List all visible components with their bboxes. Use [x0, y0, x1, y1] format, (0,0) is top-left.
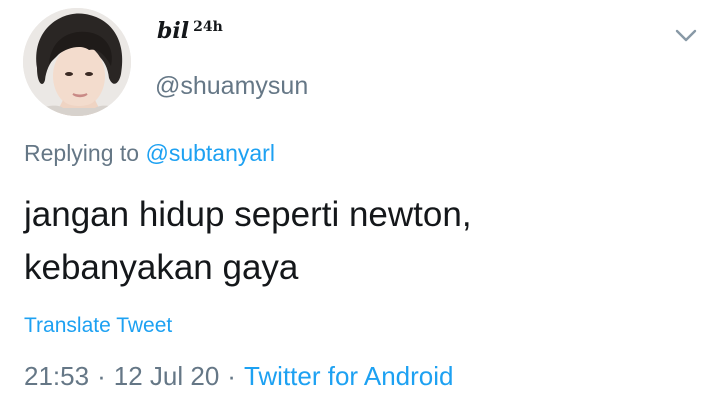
tweet-text: jangan hidup seperti newton, kebanyakan … [24, 188, 674, 294]
tweet-source-link[interactable]: Twitter for Android [244, 361, 454, 391]
tweet-date[interactable]: 12 Jul 20 [114, 361, 220, 391]
translate-tweet-link[interactable]: Translate Tweet [24, 315, 172, 336]
author-handle[interactable]: @shuamysun [155, 74, 308, 99]
reply-prefix: Replying to [24, 140, 140, 166]
tweet-text-line-1: jangan hidup seperti newton, [24, 195, 472, 234]
tweet-time[interactable]: 21:53 [24, 361, 89, 391]
author-display-name[interactable]: bil 24h [157, 20, 223, 42]
tweet-text-line-2: kebanyakan gaya [24, 248, 299, 287]
avatar[interactable] [23, 8, 131, 116]
reply-to-mention-link[interactable]: @subtanyarl [145, 140, 274, 166]
meta-separator-2: · [227, 361, 236, 391]
display-name-text: bil [157, 18, 190, 44]
profile-photo-icon [23, 8, 131, 116]
reply-context: Replying to @subtanyarl [24, 142, 275, 165]
meta-separator-1: · [97, 361, 106, 391]
chevron-down-icon[interactable] [675, 28, 697, 44]
display-name-suffix: 24h [193, 19, 223, 35]
tweet-meta: 21:53 · 12 Jul 20 · Twitter for Android [24, 363, 454, 389]
